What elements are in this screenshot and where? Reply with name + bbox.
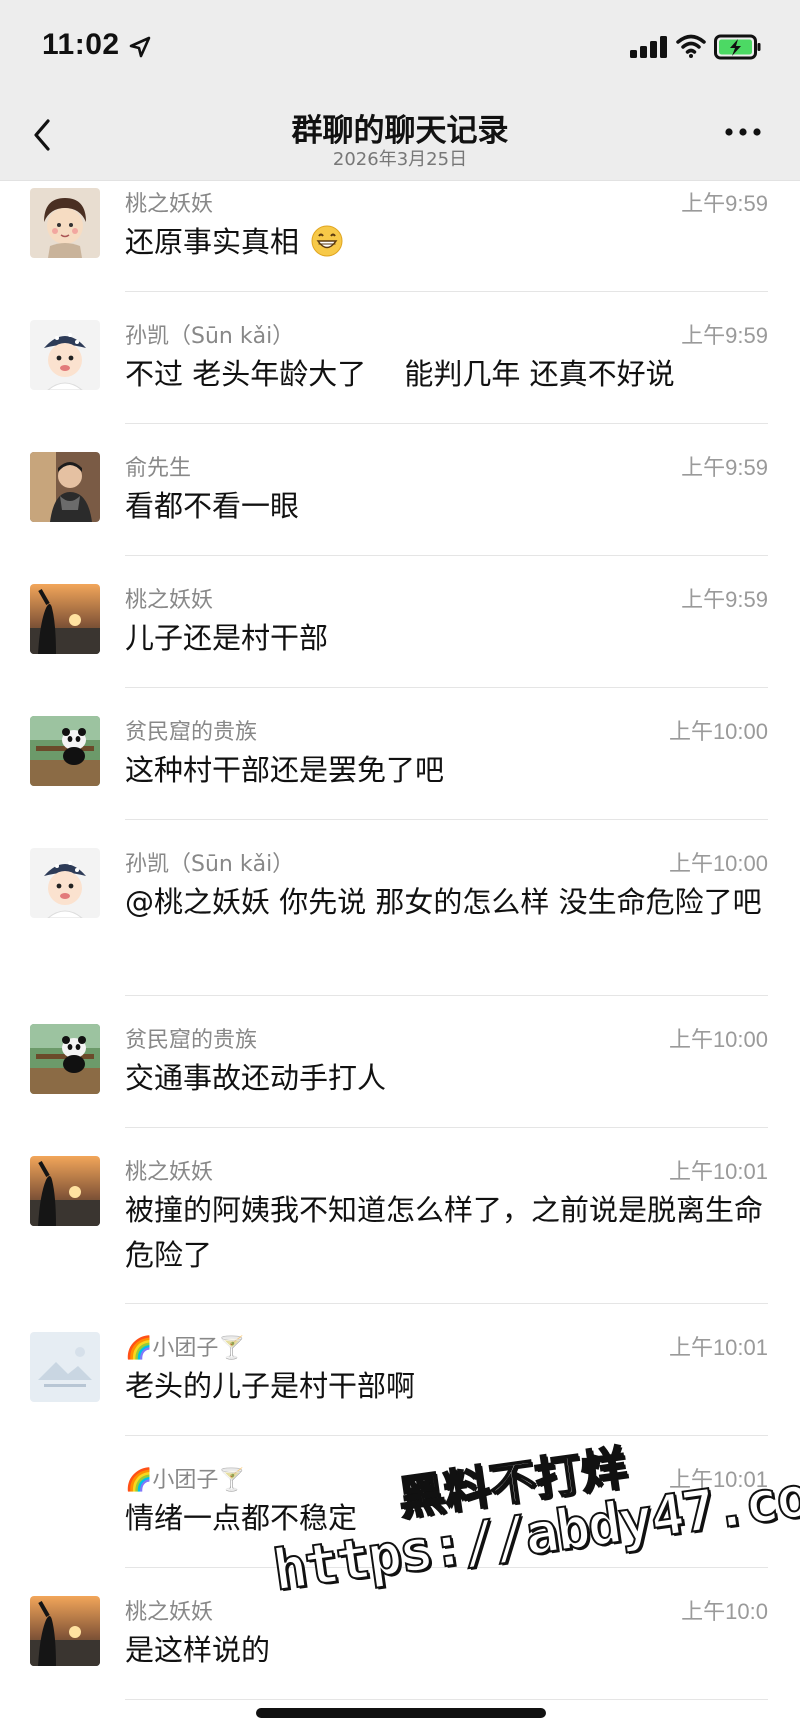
message-time: 上午10:01 xyxy=(668,1467,768,1492)
message-text: 情绪一点都不稳定 xyxy=(125,1501,358,1535)
message-time: 上午9:59 xyxy=(681,587,768,612)
sender-name: 孙凯（Sūn kǎi） xyxy=(125,324,295,349)
status-bar: 11:02 xyxy=(0,0,800,95)
sender-name: 桃之妖妖 xyxy=(125,1160,214,1185)
message-list[interactable]: 桃之妖妖 上午9:59 还原事实真相 孙凯（Sūn kǎi） 上午9:59 不过… xyxy=(0,180,800,1732)
list-item[interactable]: 孙凯（Sūn kǎi） 上午10:00 @桃之妖妖 你先说 那女的怎么样 没生命… xyxy=(0,840,800,1016)
sender-name: 贫民窟的贵族 xyxy=(125,720,258,745)
separator xyxy=(125,291,768,292)
avatar[interactable] xyxy=(30,320,100,390)
message-text: 交通事故还动手打人 xyxy=(125,1061,387,1095)
list-item[interactable]: 桃之妖妖 上午10:01 被撞的阿姨我不知道怎么样了，之前说是脱离生命危险了 xyxy=(0,1148,800,1324)
message-time: 上午10:01 xyxy=(668,1335,768,1360)
sender-name: 🌈小团子🍸 xyxy=(125,1468,246,1493)
avatar[interactable] xyxy=(30,584,100,654)
list-item[interactable]: 🌈小团子🍸 上午10:01 情绪一点都不稳定 xyxy=(0,1456,800,1588)
message-time: 上午10:00 xyxy=(668,1027,768,1052)
message-time: 上午10:00 xyxy=(668,719,768,744)
status-time: 11:02 xyxy=(42,28,120,61)
message-text-content: 还原事实真相 xyxy=(125,225,300,259)
chat-date: 2026年3月25日 xyxy=(332,149,468,170)
home-indicator xyxy=(256,1708,546,1718)
battery-charging-icon xyxy=(714,34,761,60)
separator xyxy=(125,1303,768,1304)
separator xyxy=(125,555,768,556)
avatar[interactable] xyxy=(30,1332,100,1402)
message-text: 还原事实真相 xyxy=(125,220,765,265)
message-time: 上午9:59 xyxy=(681,455,768,480)
list-item[interactable]: 桃之妖妖 上午9:59 还原事实真相 xyxy=(0,180,800,312)
avatar[interactable] xyxy=(30,848,100,918)
separator xyxy=(125,1127,768,1128)
message-text: 老头的儿子是村干部啊 xyxy=(125,1369,416,1403)
message-text: 是这样说的 xyxy=(125,1633,271,1667)
avatar[interactable] xyxy=(30,1596,100,1666)
list-item[interactable]: 贫民窟的贵族 上午10:00 这种村干部还是罢免了吧 xyxy=(0,708,800,840)
separator xyxy=(125,1567,768,1568)
sender-name: 桃之妖妖 xyxy=(125,1600,214,1625)
sender-name: 桃之妖妖 xyxy=(125,588,214,613)
list-item[interactable]: 孙凯（Sūn kǎi） 上午9:59 不过 老头年龄大了 能判几年 还真不好说 xyxy=(0,312,800,444)
list-item[interactable]: 桃之妖妖 上午10:0 是这样说的 xyxy=(0,1588,800,1720)
message-time: 上午10:01 xyxy=(668,1159,768,1184)
avatar[interactable] xyxy=(30,452,100,522)
separator xyxy=(125,995,768,996)
separator xyxy=(125,1699,768,1700)
message-text: 被撞的阿姨我不知道怎么样了，之前说是脱离生命危险了 xyxy=(125,1193,764,1272)
list-item[interactable]: 🌈小团子🍸 上午10:01 老头的儿子是村干部啊 xyxy=(0,1324,800,1456)
list-item[interactable]: 贫民窟的贵族 上午10:00 交通事故还动手打人 xyxy=(0,1016,800,1148)
grinning-face-icon xyxy=(311,225,343,257)
separator xyxy=(125,819,768,820)
sender-name: 桃之妖妖 xyxy=(125,192,214,217)
message-text: 不过 老头年龄大了 能判几年 还真不好说 xyxy=(125,357,675,391)
message-time: 上午9:59 xyxy=(681,323,768,348)
list-item[interactable]: 桃之妖妖 上午9:59 儿子还是村干部 xyxy=(0,576,800,708)
separator xyxy=(125,687,768,688)
avatar[interactable] xyxy=(30,1156,100,1226)
separator xyxy=(125,1435,768,1436)
sender-name: 🌈小团子🍸 xyxy=(125,1336,246,1361)
avatar[interactable] xyxy=(30,716,100,786)
list-item-partial xyxy=(0,1720,800,1732)
nav-bar: 群聊的聊天记录 2026年3月25日 xyxy=(0,95,800,181)
message-time: 上午9:59 xyxy=(681,191,768,216)
wifi-icon xyxy=(676,34,706,58)
separator xyxy=(125,423,768,424)
sender-name: 俞先生 xyxy=(125,456,192,481)
cellular-signal-icon xyxy=(630,36,667,58)
message-text: 这种村干部还是罢免了吧 xyxy=(125,753,445,787)
page-title: 群聊的聊天记录 xyxy=(291,113,509,149)
sender-name: 贫民窟的贵族 xyxy=(125,1028,258,1053)
message-time: 上午10:00 xyxy=(668,851,768,876)
more-dots-icon[interactable] xyxy=(723,125,763,139)
list-item[interactable]: 俞先生 上午9:59 看都不看一眼 xyxy=(0,444,800,576)
message-text: 看都不看一眼 xyxy=(125,489,300,523)
sender-name: 孙凯（Sūn kǎi） xyxy=(125,852,295,877)
message-time: 上午10:0 xyxy=(681,1599,768,1624)
location-arrow-icon xyxy=(129,36,151,58)
avatar[interactable] xyxy=(30,188,100,258)
avatar[interactable] xyxy=(30,1024,100,1094)
message-text: @桃之妖妖 你先说 那女的怎么样 没生命危险了吧 xyxy=(125,885,762,919)
message-text: 儿子还是村干部 xyxy=(125,621,329,655)
